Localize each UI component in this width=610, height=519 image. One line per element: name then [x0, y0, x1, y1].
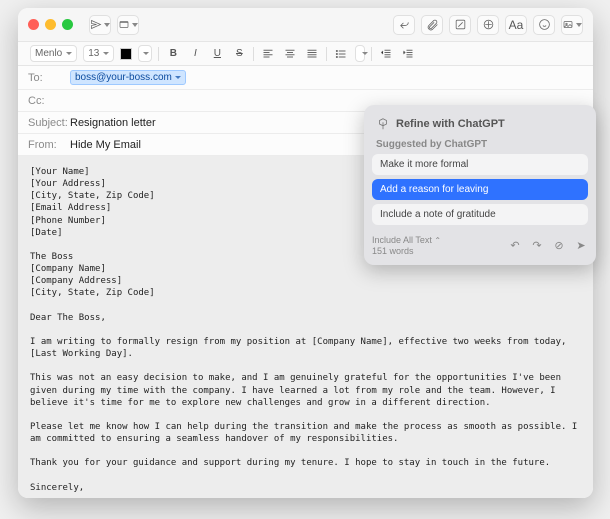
minimize-window-button[interactable]: [45, 19, 56, 30]
indent-button[interactable]: [400, 46, 416, 62]
chatgpt-refine-button[interactable]: [477, 15, 499, 35]
separator: [371, 47, 372, 61]
popover-footer: Include All Text ⌃ 151 words ↶ ↷ ⊘ ➤: [372, 229, 588, 257]
popover-title-row: Refine with ChatGPT: [372, 113, 588, 139]
cc-label: Cc:: [28, 95, 70, 107]
zoom-window-button[interactable]: [62, 19, 73, 30]
align-left-button[interactable]: [260, 46, 276, 62]
align-center-button[interactable]: [282, 46, 298, 62]
separator: [326, 47, 327, 61]
send-button[interactable]: [89, 15, 111, 35]
strikethrough-button[interactable]: S: [231, 46, 247, 62]
titlebar: Aa: [18, 8, 593, 42]
from-label: From:: [28, 139, 70, 151]
close-window-button[interactable]: [28, 19, 39, 30]
suggestion-note-gratitude[interactable]: Include a note of gratitude: [372, 204, 588, 225]
header-options-button[interactable]: [117, 15, 139, 35]
align-justify-button[interactable]: [304, 46, 320, 62]
markup-button[interactable]: [449, 15, 471, 35]
suggestion-add-reason[interactable]: Add a reason for leaving: [372, 179, 588, 200]
underline-button[interactable]: U: [209, 46, 225, 62]
font-size-select[interactable]: 13: [83, 45, 114, 62]
list-style-select[interactable]: [355, 45, 365, 62]
redo-button[interactable]: ↷: [530, 239, 544, 253]
font-family-select[interactable]: Menlo: [30, 45, 77, 62]
attach-button[interactable]: [421, 15, 443, 35]
include-all-text-toggle[interactable]: Include All Text: [372, 235, 432, 245]
confirm-icon[interactable]: ➤: [574, 239, 588, 253]
cancel-icon[interactable]: ⊘: [552, 239, 566, 253]
reply-button[interactable]: [393, 15, 415, 35]
bold-button[interactable]: B: [165, 46, 181, 62]
photo-browser-button[interactable]: [561, 15, 583, 35]
to-label: To:: [28, 72, 70, 84]
word-count: 151 words: [372, 246, 441, 257]
separator: [253, 47, 254, 61]
emoji-button[interactable]: [533, 15, 555, 35]
undo-button[interactable]: ↶: [508, 239, 522, 253]
window-controls: [28, 19, 73, 30]
suggestion-make-formal[interactable]: Make it more formal: [372, 154, 588, 175]
openai-icon: [376, 117, 390, 131]
to-recipient-pill[interactable]: boss@your-boss.com: [70, 70, 186, 85]
text-color-picker[interactable]: [138, 45, 152, 62]
subject-label: Subject:: [28, 117, 70, 129]
format-text-button[interactable]: Aa: [505, 15, 527, 35]
list-button[interactable]: [333, 46, 349, 62]
italic-button[interactable]: I: [187, 46, 203, 62]
popover-title: Refine with ChatGPT: [396, 118, 505, 130]
chatgpt-refine-popover: Refine with ChatGPT Suggested by ChatGPT…: [364, 105, 596, 265]
text-color-swatch[interactable]: [120, 48, 132, 60]
outdent-button[interactable]: [378, 46, 394, 62]
to-row[interactable]: To: boss@your-boss.com: [18, 66, 593, 90]
format-bar: Menlo 13 B I U S: [18, 42, 593, 66]
separator: [158, 47, 159, 61]
popover-subtitle: Suggested by ChatGPT: [372, 139, 588, 154]
